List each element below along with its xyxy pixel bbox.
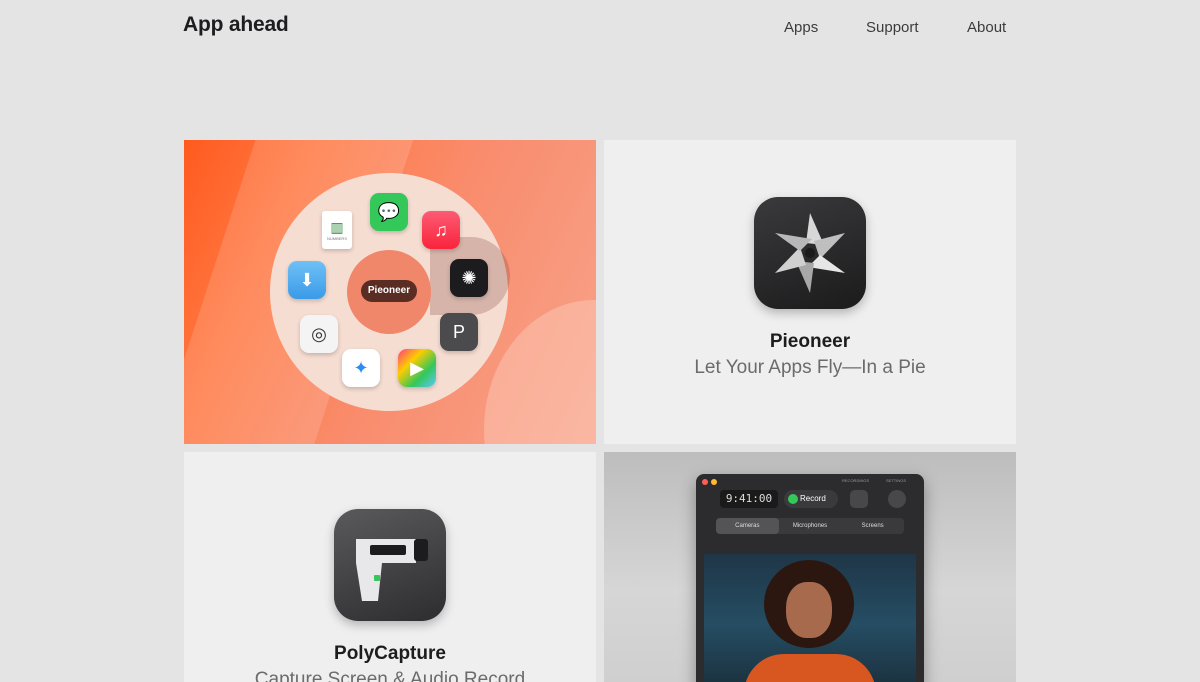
camera-gun-icon — [356, 539, 428, 601]
aperture-icon — [775, 213, 845, 293]
numbers-app-icon: ▥ NUMBERS — [322, 211, 352, 249]
polycapture-title: PolyCapture — [334, 643, 446, 664]
messages-app-icon: 💬 — [370, 193, 408, 231]
timer-display: 9:41:00 — [720, 490, 778, 508]
numbers-label: NUMBERS — [326, 236, 347, 241]
recordings-label: RECORDINGS — [842, 478, 870, 483]
close-dot-icon — [702, 479, 708, 485]
camera-preview — [704, 554, 916, 682]
safari-app-icon: ✦ — [342, 349, 380, 387]
pieoneer-hero-tile[interactable]: Pieoneer ▥ NUMBERS 💬 ♫ ⬇ ✺ ◎ P ✦ ▶ — [184, 140, 596, 444]
recorder-window: RECORDINGS SETTINGS 9:41:00 Record Camer… — [696, 474, 924, 682]
source-tabs: Cameras Microphones Screens — [716, 518, 904, 534]
pie-center-label: Pieoneer — [361, 280, 417, 302]
files-app-icon: ⬇ — [288, 261, 326, 299]
polycapture-screenshot-tile[interactable]: RECORDINGS SETTINGS 9:41:00 Record Camer… — [604, 452, 1016, 682]
site-logo[interactable]: App ahead — [183, 13, 289, 37]
screenshot-app-icon: ◎ — [300, 315, 338, 353]
tab-microphones: Microphones — [792, 523, 828, 529]
site-header: App ahead Apps Support About — [0, 0, 1200, 60]
pieoneer-app-icon: ✺ — [450, 259, 488, 297]
pieoneer-subtitle: Let Your Apps Fly—In a Pie — [694, 357, 926, 378]
pieoneer-title: Pieoneer — [769, 331, 851, 352]
tab-screens: Screens — [861, 523, 884, 529]
minimize-dot-icon — [711, 479, 717, 485]
pie-menu-illustration: Pieoneer ▥ NUMBERS 💬 ♫ ⬇ ✺ ◎ P ✦ ▶ — [270, 173, 510, 411]
pieoneer-info-tile[interactable]: Pieoneer Let Your Apps Fly—In a Pie — [604, 140, 1016, 444]
nav-support[interactable]: Support — [866, 19, 919, 36]
music-app-icon: ♫ — [422, 211, 460, 249]
nav-apps[interactable]: Apps — [784, 19, 818, 36]
nav-about[interactable]: About — [967, 19, 1006, 36]
pieoneer-large-icon — [754, 197, 866, 309]
tab-cameras: Cameras — [716, 518, 779, 534]
polycapture-info-tile[interactable]: PolyCapture Capture Screen & Audio Recor… — [184, 452, 596, 682]
pie-center: Pieoneer — [347, 250, 431, 334]
record-button: Record — [784, 490, 838, 508]
library-icon — [850, 490, 868, 508]
polycapture-subtitle: Capture Screen & Audio Record — [254, 669, 526, 682]
polycapture-large-icon — [334, 509, 446, 621]
polycapture-app-icon: P — [440, 313, 478, 351]
settings-gear-icon — [888, 490, 906, 508]
settings-label: SETTINGS — [886, 478, 907, 483]
final-cut-app-icon: ▶ — [398, 349, 436, 387]
